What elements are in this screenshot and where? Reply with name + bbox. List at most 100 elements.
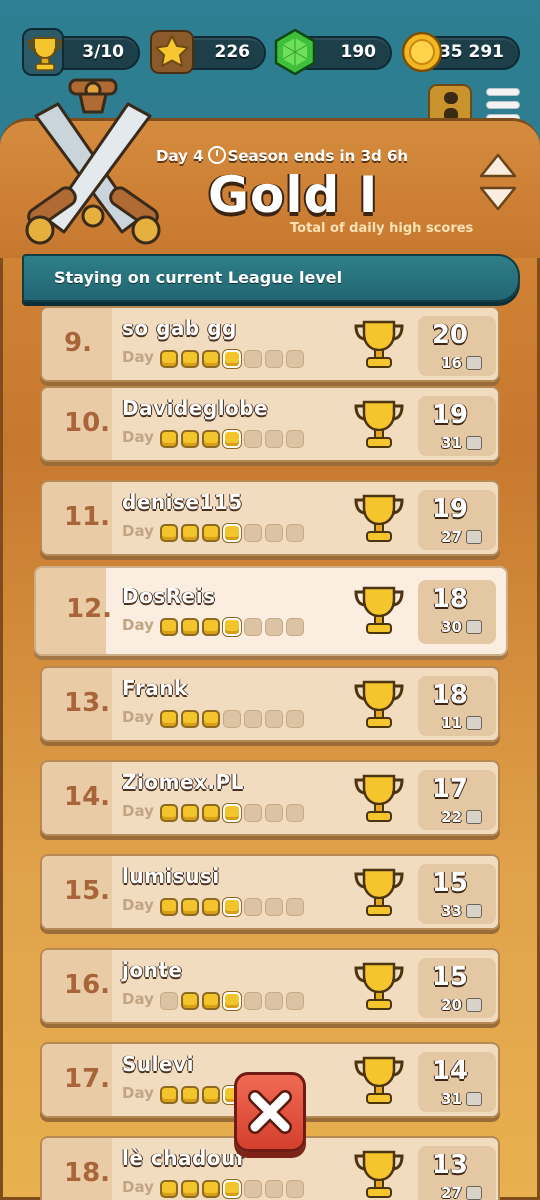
close-button[interactable] bbox=[234, 1072, 306, 1152]
trophy-icon bbox=[350, 582, 408, 640]
day-dot bbox=[181, 618, 199, 636]
menu-icon bbox=[486, 88, 520, 96]
scroll-icon bbox=[466, 356, 482, 370]
league-up-arrow-icon[interactable] bbox=[478, 152, 518, 180]
score-cell: 18 30 bbox=[418, 580, 496, 644]
day-dot bbox=[244, 350, 262, 368]
leaderboard-row[interactable]: 16. jonte Day 15 20 bbox=[40, 948, 500, 1024]
player-subscore: 31 bbox=[441, 1090, 462, 1108]
scroll-icon bbox=[466, 1092, 482, 1106]
scroll-icon bbox=[466, 716, 482, 730]
player-name[interactable]: lè chadouf bbox=[122, 1146, 245, 1170]
leaderboard-row[interactable]: 11. denise115 Day 19 27 bbox=[40, 480, 500, 556]
player-score: 13 bbox=[431, 1150, 468, 1180]
scroll-icon bbox=[466, 810, 482, 824]
player-subscore: 27 bbox=[441, 528, 462, 546]
scroll-icon bbox=[466, 436, 482, 450]
player-name[interactable]: Ziomex.PL bbox=[122, 770, 244, 794]
day-dot bbox=[160, 524, 178, 542]
score-cell: 15 33 bbox=[418, 864, 496, 924]
day-label: Day bbox=[122, 522, 154, 540]
day-dot bbox=[286, 350, 304, 368]
player-subscore: 20 bbox=[441, 996, 462, 1014]
rank-number: 10. bbox=[64, 408, 111, 438]
rank-number: 15. bbox=[64, 876, 111, 906]
day-dot bbox=[244, 524, 262, 542]
player-name[interactable]: Davideglobe bbox=[122, 396, 268, 420]
scroll-icon bbox=[466, 620, 482, 634]
leaderboard-row[interactable]: 9. so gab gg Day 20 16 bbox=[40, 306, 500, 382]
player-score: 18 bbox=[431, 584, 468, 614]
day-label: Day bbox=[122, 990, 154, 1008]
day-dot bbox=[181, 524, 199, 542]
day-dot bbox=[286, 710, 304, 728]
trophy-icon bbox=[350, 1146, 408, 1200]
player-name[interactable]: Frank bbox=[122, 676, 188, 700]
day-dot bbox=[202, 804, 220, 822]
trophy-icon bbox=[350, 316, 408, 374]
day-dot bbox=[181, 804, 199, 822]
trophy-icon bbox=[350, 958, 408, 1016]
crossed-swords-icon bbox=[18, 78, 168, 262]
day-dot bbox=[223, 710, 241, 728]
day-dot bbox=[265, 804, 283, 822]
day-dot bbox=[160, 898, 178, 916]
leaderboard-row[interactable]: 14. Ziomex.PL Day 17 22 bbox=[40, 760, 500, 836]
day-dot bbox=[181, 992, 199, 1010]
day-dot bbox=[223, 350, 241, 368]
league-down-arrow-icon[interactable] bbox=[478, 184, 518, 212]
day-label: Day bbox=[122, 802, 154, 820]
day-dot bbox=[244, 898, 262, 916]
day-dot bbox=[202, 1086, 220, 1104]
day-label: Day bbox=[122, 1084, 154, 1102]
leaderboard-row[interactable]: 15. lumisusi Day 15 33 bbox=[40, 854, 500, 930]
day-dot bbox=[223, 804, 241, 822]
day-dot bbox=[202, 898, 220, 916]
coin-icon bbox=[400, 30, 444, 78]
clock-icon bbox=[207, 146, 226, 164]
day-dot bbox=[160, 710, 178, 728]
day-dot bbox=[244, 710, 262, 728]
season-timer: Season ends in 3d 6h bbox=[227, 147, 409, 165]
day-dot bbox=[202, 618, 220, 636]
rank-number: 12. bbox=[66, 594, 113, 624]
leaderboard-row[interactable]: 10. Davideglobe Day 19 31 bbox=[40, 386, 500, 462]
day-label: Day bbox=[122, 348, 154, 366]
player-name[interactable]: Sulevi bbox=[122, 1052, 194, 1076]
star-icon bbox=[150, 30, 194, 74]
leaderboard-list[interactable]: 9. so gab gg Day 20 16 10. Davideglobe Day 19 31 1… bbox=[0, 304, 540, 1200]
leaderboard-row-current-player[interactable]: 12. DosReis Day 18 30 bbox=[34, 566, 508, 656]
day-dot bbox=[202, 524, 220, 542]
day-dot bbox=[160, 804, 178, 822]
star-count: 226 bbox=[214, 42, 251, 62]
day-dot bbox=[265, 430, 283, 448]
player-subscore: 27 bbox=[441, 1184, 462, 1200]
leaderboard-row[interactable]: 13. Frank Day 18 11 bbox=[40, 666, 500, 742]
day-dot bbox=[265, 524, 283, 542]
day-dot bbox=[265, 350, 283, 368]
day-dot bbox=[181, 710, 199, 728]
rank-number: 17. bbox=[64, 1064, 111, 1094]
player-name[interactable]: so gab gg bbox=[122, 316, 237, 340]
score-cell: 17 22 bbox=[418, 770, 496, 830]
day-dot bbox=[286, 618, 304, 636]
rank-number: 18. bbox=[64, 1158, 111, 1188]
score-cell: 14 31 bbox=[418, 1052, 496, 1112]
player-score: 19 bbox=[431, 494, 468, 524]
rank-number: 14. bbox=[64, 782, 111, 812]
score-cell: 19 31 bbox=[418, 396, 496, 456]
player-name[interactable]: DosReis bbox=[122, 584, 215, 608]
player-name[interactable]: jonte bbox=[122, 958, 182, 982]
player-name[interactable]: lumisusi bbox=[122, 864, 220, 888]
coin-count: 35 291 bbox=[438, 42, 504, 62]
rank-number: 16. bbox=[64, 970, 111, 1000]
day-dot bbox=[244, 804, 262, 822]
player-score: 14 bbox=[431, 1056, 468, 1086]
rank-number: 11. bbox=[64, 502, 111, 532]
player-name[interactable]: denise115 bbox=[122, 490, 243, 514]
day-dot bbox=[223, 618, 241, 636]
close-icon bbox=[248, 1090, 292, 1134]
day-dot bbox=[160, 618, 178, 636]
day-dot bbox=[223, 524, 241, 542]
rank-number: 9. bbox=[64, 328, 92, 358]
